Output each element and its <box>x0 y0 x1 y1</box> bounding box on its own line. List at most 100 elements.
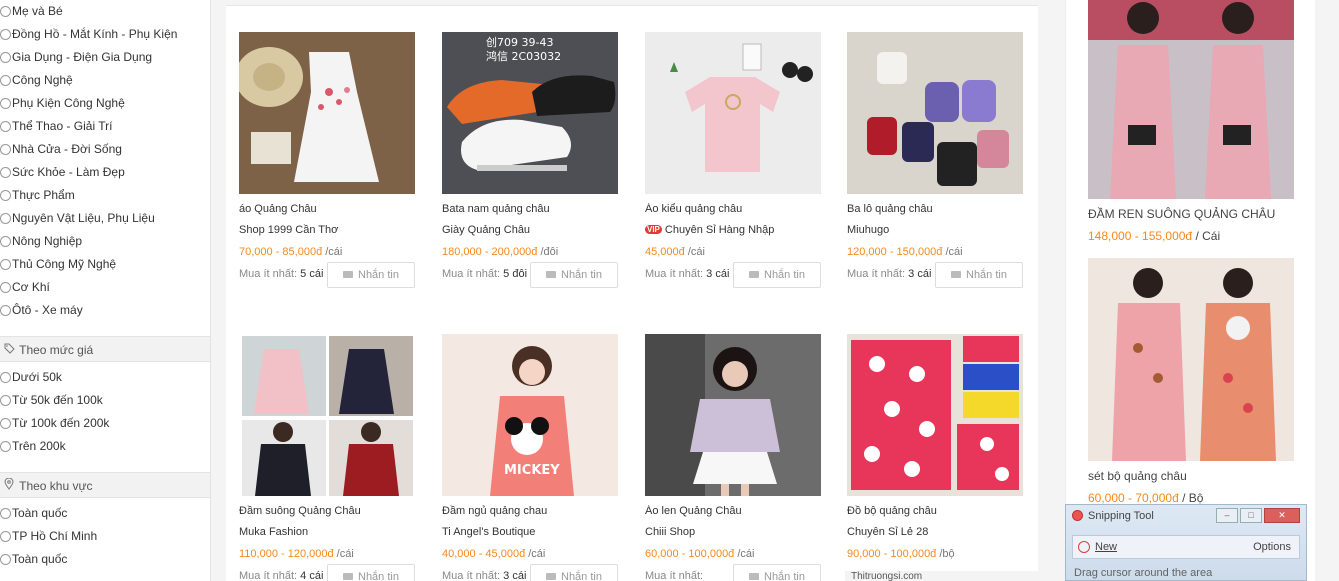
svg-text:鸿信 2C03032: 鸿信 2C03032 <box>486 49 561 63</box>
product-title[interactable]: Ba lô quảng châu <box>847 203 1023 217</box>
snipping-tool-window[interactable]: Snipping Tool – □ ✕ New Options Drag cur… <box>1065 504 1307 581</box>
shop-name[interactable]: Ti Angel's Boutique <box>442 526 618 540</box>
category-item[interactable]: Thủ Công Mỹ Nghệ <box>0 253 210 276</box>
min-order-label: Mua ít nhất: 3 cái <box>847 268 932 280</box>
featured-image[interactable] <box>1088 0 1294 199</box>
sidebar: Mẹ và Bé Đồng Hồ - Mắt Kính - Phụ Kiện G… <box>0 0 211 581</box>
product-title[interactable]: Bata nam quảng châu <box>442 203 618 217</box>
region-option[interactable]: Toàn quốc <box>0 548 210 571</box>
product-price: 90,000 - 100,000đ /bộ <box>847 548 1023 562</box>
product-title[interactable]: Áo len Quảng Châu <box>645 505 821 519</box>
price-value: 110,000 - 120,000đ <box>239 548 334 560</box>
product-card[interactable]: MICKEY Đầm ngủ quảng chau Ti Angel's Bou… <box>442 334 618 581</box>
product-image[interactable] <box>645 334 821 496</box>
message-button[interactable]: Nhắn tin <box>733 564 821 581</box>
featured-title[interactable]: sét bộ quảng châu <box>1088 469 1294 483</box>
min-order-label: Mua ít nhất: <box>645 570 704 581</box>
product-card[interactable]: Ba lô quảng châu Miuhugo 120,000 - 150,0… <box>847 32 1023 292</box>
shop-name[interactable]: Miuhugo <box>847 224 1023 238</box>
category-item[interactable]: Nguyên Vật Liệu, Phụ Liệu <box>0 207 210 230</box>
product-image[interactable] <box>239 334 415 496</box>
options-button[interactable]: Options <box>1253 541 1291 553</box>
snipping-tool-titlebar[interactable]: Snipping Tool – □ ✕ <box>1066 505 1306 527</box>
product-price: 110,000 - 120,000đ /cái <box>239 548 415 562</box>
product-title[interactable]: Đồ bộ quảng châu <box>847 505 1023 519</box>
message-button[interactable]: Nhắn tin <box>530 262 618 288</box>
shop-name[interactable]: Chuyên Sỉ Lẻ 28 <box>847 526 1023 540</box>
product-card[interactable]: Áo kiểu quảng châu VIP Chuyên Sỉ Hàng Nhậ… <box>645 32 821 292</box>
price-value: 120,000 - 150,000đ <box>847 246 943 258</box>
featured-card[interactable]: sét bộ quảng châu 60,000 - 70,000đ / Bộ <box>1088 258 1294 505</box>
price-unit: /cái <box>737 548 755 560</box>
category-item[interactable]: Phụ Kiện Công Nghệ <box>0 92 210 115</box>
price-value: 180,000 - 200,000đ <box>442 246 538 258</box>
shop-name[interactable]: Muka Fashion <box>239 526 415 540</box>
price-value: 60,000 - 100,000đ <box>645 548 735 560</box>
product-image[interactable] <box>239 32 415 194</box>
category-item[interactable]: Cơ Khí <box>0 276 210 299</box>
product-price: 70,000 - 85,000đ /cái <box>239 246 415 260</box>
region-option[interactable]: TP Hồ Chí Minh <box>0 525 210 548</box>
maximize-button[interactable]: □ <box>1240 508 1262 523</box>
product-title[interactable]: áo Quảng Châu <box>239 203 415 217</box>
product-card[interactable]: Đồ bộ quảng châu Chuyên Sỉ Lẻ 28 90,000 … <box>847 334 1023 562</box>
price-value: 70,000 - 85,000đ <box>239 246 323 258</box>
product-image[interactable]: MICKEY <box>442 334 618 496</box>
close-button[interactable]: ✕ <box>1264 508 1300 523</box>
shop-name[interactable]: Giày Quảng Châu <box>442 224 618 238</box>
product-card[interactable]: Đầm suông Quảng Châu Muka Fashion 110,00… <box>239 334 415 581</box>
min-order-row: Mua ít nhất: 3 cái Nhắn tin <box>442 564 618 581</box>
category-item[interactable]: Thực Phẩm <box>0 184 210 207</box>
min-order-row: Mua ít nhất: 4 cái Nhắn tin <box>239 564 415 581</box>
vip-badge: VIP <box>645 225 662 234</box>
product-image[interactable] <box>847 32 1023 194</box>
product-card[interactable]: Áo len Quảng Châu Chiii Shop 60,000 - 10… <box>645 334 821 581</box>
region-option[interactable]: Toàn quốc <box>0 502 210 525</box>
category-item[interactable]: Công Nghệ <box>0 69 210 92</box>
product-title[interactable]: Áo kiểu quảng châu <box>645 203 821 217</box>
message-button[interactable]: Nhắn tin <box>530 564 618 581</box>
product-title[interactable]: Đầm ngủ quảng chau <box>442 505 618 519</box>
product-card[interactable]: áo Quảng Châu Shop 1999 Cần Thơ 70,000 -… <box>239 32 415 292</box>
category-item[interactable]: Thể Thao - Giải Trí <box>0 115 210 138</box>
svg-text:MICKEY: MICKEY <box>504 463 560 478</box>
price-unit: /bộ <box>939 548 955 560</box>
category-item[interactable]: Mẹ và Bé <box>0 0 210 23</box>
featured-title[interactable]: ĐẦM REN SUÔNG QUẢNG CHÂU <box>1088 207 1294 221</box>
category-item[interactable]: Đồng Hồ - Mắt Kính - Phụ Kiện <box>0 23 210 46</box>
shop-name[interactable]: Chiii Shop <box>645 526 821 540</box>
message-button[interactable]: Nhắn tin <box>327 262 415 288</box>
min-order-label: Mua ít nhất: 3 cái <box>645 268 730 280</box>
shop-name[interactable]: VIP Chuyên Sỉ Hàng Nhập <box>645 224 821 238</box>
price-option[interactable]: Từ 100k đến 200k <box>0 412 210 435</box>
minimize-button[interactable]: – <box>1216 508 1238 523</box>
category-item[interactable]: Ôtô - Xe máy <box>0 299 210 322</box>
product-image[interactable] <box>645 32 821 194</box>
chat-icon <box>546 271 556 278</box>
featured-card[interactable]: ĐẦM REN SUÔNG QUẢNG CHÂU 148,000 - 155,0… <box>1088 0 1294 243</box>
product-title[interactable]: Đầm suông Quảng Châu <box>239 505 415 519</box>
message-button[interactable]: Nhắn tin <box>733 262 821 288</box>
product-card[interactable]: 创709 39-43 鸿信 2C03032 Bata nam quảng châ… <box>442 32 618 292</box>
price-unit: /đôi <box>540 246 559 258</box>
price-option[interactable]: Từ 50k đến 100k <box>0 389 210 412</box>
shop-name[interactable]: Shop 1999 Cần Thơ <box>239 224 415 238</box>
price-value: 90,000 - 100,000đ <box>847 548 937 560</box>
category-item[interactable]: Nông Nghiệp <box>0 230 210 253</box>
featured-image[interactable] <box>1088 258 1294 461</box>
message-button[interactable]: Nhắn tin <box>935 262 1023 288</box>
price-option[interactable]: Dưới 50k <box>0 366 210 389</box>
product-image[interactable] <box>847 334 1023 496</box>
min-order-row: Mua ít nhất: 3 cái Nhắn tin <box>847 262 1023 292</box>
new-snip-button[interactable]: New <box>1095 541 1117 553</box>
product-image[interactable]: 创709 39-43 鸿信 2C03032 <box>442 32 618 194</box>
category-item[interactable]: Nhà Cửa - Đời Sống <box>0 138 210 161</box>
price-unit: /cái <box>336 548 354 560</box>
min-order-qty: 4 cái <box>300 570 324 581</box>
message-button[interactable]: Nhắn tin <box>327 564 415 581</box>
category-item[interactable]: Gia Dụng - Điện Gia Dụng <box>0 46 210 69</box>
category-item[interactable]: Sức Khỏe - Làm Đẹp <box>0 161 210 184</box>
price-value: 40,000 - 45,000đ <box>442 548 526 560</box>
price-option[interactable]: Trên 200k <box>0 435 210 458</box>
price-unit: /cái <box>687 246 705 258</box>
